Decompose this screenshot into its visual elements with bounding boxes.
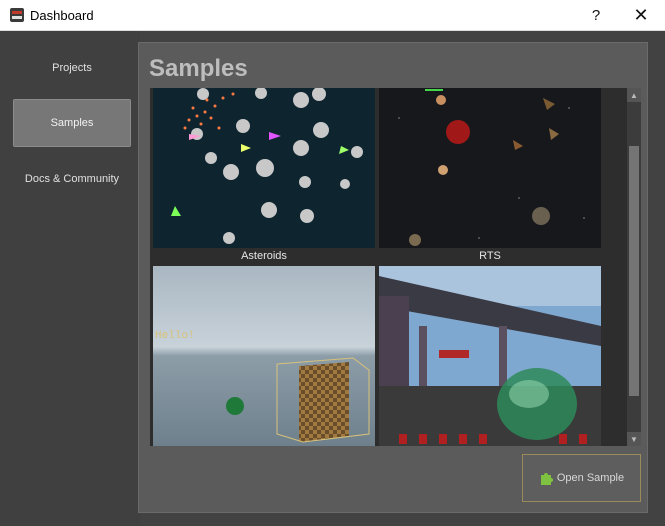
help-button[interactable]: ? bbox=[574, 0, 618, 30]
open-sample-label: Open Sample bbox=[556, 472, 625, 484]
puzzle-icon bbox=[539, 471, 553, 485]
scroll-down-arrow-icon[interactable]: ▼ bbox=[627, 432, 641, 446]
sample-tile-physics[interactable]: Hello! bbox=[153, 266, 375, 446]
sidebar-item-samples[interactable]: Samples bbox=[13, 99, 131, 147]
asteroids-thumbnail bbox=[153, 88, 375, 248]
sample-tile-racing[interactable] bbox=[379, 266, 601, 446]
samples-scrollbar[interactable]: ▲ ▼ bbox=[627, 88, 641, 446]
window-title: Dashboard bbox=[30, 8, 94, 23]
open-sample-button[interactable]: Open Sample bbox=[522, 454, 641, 502]
sample-tile-asteroids[interactable]: Asteroids bbox=[153, 88, 375, 266]
page-title: Samples bbox=[149, 55, 248, 82]
scroll-up-arrow-icon[interactable]: ▲ bbox=[627, 88, 641, 102]
sample-label-rts: RTS bbox=[479, 250, 501, 262]
app-logo-icon bbox=[9, 7, 25, 23]
sample-tile-rts[interactable]: RTS bbox=[379, 88, 601, 266]
sample-label-asteroids: Asteroids bbox=[241, 250, 287, 262]
close-button[interactable]: ✕ bbox=[619, 0, 663, 30]
racing-thumbnail bbox=[379, 266, 601, 446]
sidebar: Projects Samples Docs & Community bbox=[0, 31, 140, 526]
scrollbar-thumb[interactable] bbox=[629, 146, 639, 396]
title-bar: Dashboard ? ✕ bbox=[0, 0, 665, 31]
sidebar-item-docs-community[interactable]: Docs & Community bbox=[13, 155, 131, 203]
rts-thumbnail bbox=[379, 88, 601, 248]
sidebar-item-projects[interactable]: Projects bbox=[13, 44, 131, 92]
hello-text: Hello! bbox=[155, 330, 195, 342]
samples-grid: Asteroids RTS Hello! bbox=[150, 88, 627, 446]
physics-thumbnail: Hello! bbox=[153, 266, 375, 446]
